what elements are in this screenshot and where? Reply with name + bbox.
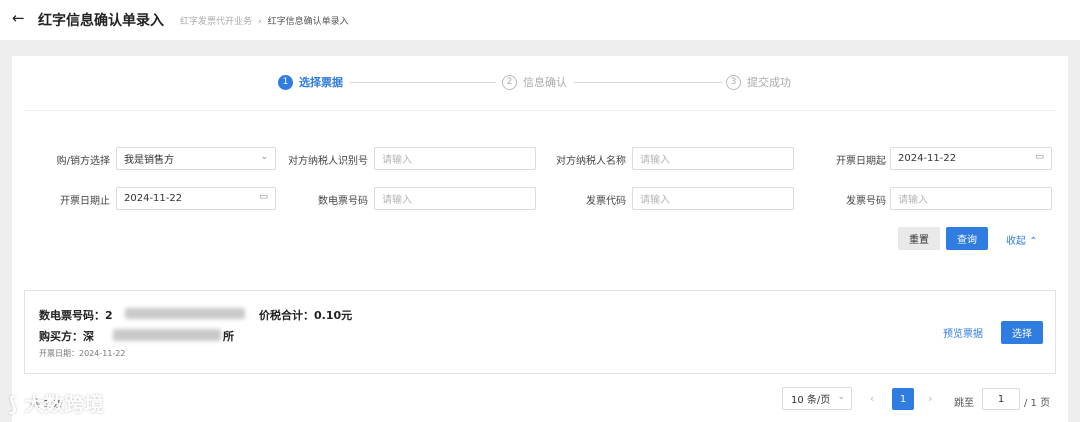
step-label: 选择票据 bbox=[299, 76, 343, 89]
invoice-code-input[interactable]: 请输入 bbox=[632, 187, 794, 210]
reset-button[interactable]: 重置 bbox=[898, 227, 940, 250]
date-start-input[interactable]: 2024-11-22 ▭ bbox=[890, 147, 1052, 170]
buyer-seller-select[interactable]: 我是销售方 ⌄ bbox=[116, 147, 276, 170]
step-1: 1 选择票据 bbox=[278, 74, 343, 90]
step-connector bbox=[574, 82, 722, 83]
step-number: 3 bbox=[726, 74, 741, 90]
chevron-right-icon: › bbox=[258, 17, 262, 27]
steps-bar: 1 选择票据 2 信息确认 3 提交成功 bbox=[12, 68, 1068, 108]
buyer-name: 购买方：深 bbox=[39, 330, 94, 343]
invoice-result-item: 数电票号码：2 价税合计：0.10元 购买方：深 所 开票日期：2024-11-… bbox=[24, 290, 1056, 374]
page-size-value: 10 条/页 bbox=[791, 395, 831, 406]
placeholder: 请输入 bbox=[382, 195, 412, 206]
chevron-down-icon: ⌄ bbox=[837, 392, 845, 402]
tax-name-input[interactable]: 请输入 bbox=[632, 147, 794, 170]
chevron-up-icon: ⌃ bbox=[1029, 236, 1038, 247]
watermark-logo-icon: ⟆ bbox=[8, 392, 25, 416]
page-number-current[interactable]: 1 bbox=[892, 388, 914, 410]
step-label: 提交成功 bbox=[747, 76, 791, 89]
main-card: 1 选择票据 2 信息确认 3 提交成功 购/销方选择 我是销售方 ⌄ 对方纳税… bbox=[12, 56, 1068, 422]
top-header: ← 红字信息确认单录入 红字发票代开业务 › 红字信息确认单录入 bbox=[0, 0, 1080, 40]
redacted-block bbox=[113, 329, 221, 341]
calendar-icon: ▭ bbox=[1035, 152, 1044, 162]
invoice-date: 开票日期：2024-11-22 bbox=[39, 349, 126, 358]
breadcrumb: 红字发票代开业务 › 红字信息确认单录入 bbox=[180, 14, 349, 27]
tax-id-input[interactable]: 请输入 bbox=[374, 147, 536, 170]
watermark: ⟆ 大数跨境 bbox=[8, 388, 104, 417]
invoice-code-label: 发票代码 bbox=[586, 196, 626, 207]
tax-name-label: 对方纳税人名称 bbox=[556, 156, 626, 167]
placeholder: 请输入 bbox=[640, 155, 670, 166]
select-value: 我是销售方 bbox=[124, 155, 174, 166]
step-label: 信息确认 bbox=[523, 76, 567, 89]
watermark-text: 大数跨境 bbox=[24, 392, 105, 416]
query-button[interactable]: 查询 bbox=[946, 227, 988, 250]
select-button[interactable]: 选择 bbox=[1001, 321, 1043, 344]
step-2: 2 信息确认 bbox=[502, 74, 567, 90]
next-page-icon[interactable]: › bbox=[928, 392, 932, 405]
invoice-no-input[interactable]: 请输入 bbox=[890, 187, 1052, 210]
date-value: 2024-11-22 bbox=[124, 193, 183, 204]
redacted-block bbox=[125, 308, 245, 319]
step-connector bbox=[350, 82, 496, 83]
collapse-label: 收起 bbox=[1006, 236, 1026, 247]
tax-id-label: 对方纳税人识别号 bbox=[288, 156, 368, 167]
step-number: 1 bbox=[278, 74, 293, 90]
page-size-select[interactable]: 10 条/页 ⌄ bbox=[782, 387, 852, 410]
placeholder: 请输入 bbox=[898, 195, 928, 206]
breadcrumb-item-current: 红字信息确认单录入 bbox=[267, 17, 349, 27]
einvoice-no-label: 数电票号码 bbox=[318, 196, 368, 207]
placeholder: 请输入 bbox=[640, 195, 670, 206]
date-start-label: 开票日期起 bbox=[836, 156, 886, 167]
step-3: 3 提交成功 bbox=[726, 74, 791, 90]
jump-label: 跳至 bbox=[954, 398, 974, 409]
einvoice-number: 数电票号码：2 bbox=[39, 309, 113, 322]
breadcrumb-item-parent[interactable]: 红字发票代开业务 bbox=[180, 17, 252, 27]
date-end-label: 开票日期止 bbox=[60, 196, 110, 207]
placeholder: 请输入 bbox=[382, 155, 412, 166]
total-amount: 价税合计：0.10元 bbox=[259, 309, 353, 322]
step-number: 2 bbox=[502, 74, 517, 90]
date-end-input[interactable]: 2024-11-22 ▭ bbox=[116, 187, 276, 210]
jump-page-input[interactable]: 1 bbox=[982, 388, 1020, 410]
collapse-link[interactable]: 收起 ⌃ bbox=[1006, 232, 1038, 247]
page-title: 红字信息确认单录入 bbox=[38, 13, 164, 29]
arrow-left-icon[interactable]: ← bbox=[12, 9, 25, 27]
buyer-seller-label: 购/销方选择 bbox=[56, 156, 110, 167]
einvoice-no-input[interactable]: 请输入 bbox=[374, 187, 536, 210]
invoice-no-label: 发票号码 bbox=[846, 196, 886, 207]
divider bbox=[24, 110, 1056, 111]
preview-invoice-link[interactable]: 预览票据 bbox=[943, 325, 983, 340]
buyer-name-suffix: 所 bbox=[223, 330, 234, 343]
prev-page-icon[interactable]: ‹ bbox=[870, 392, 874, 405]
date-value: 2024-11-22 bbox=[898, 153, 957, 164]
total-pages: / 1 页 bbox=[1024, 398, 1051, 409]
